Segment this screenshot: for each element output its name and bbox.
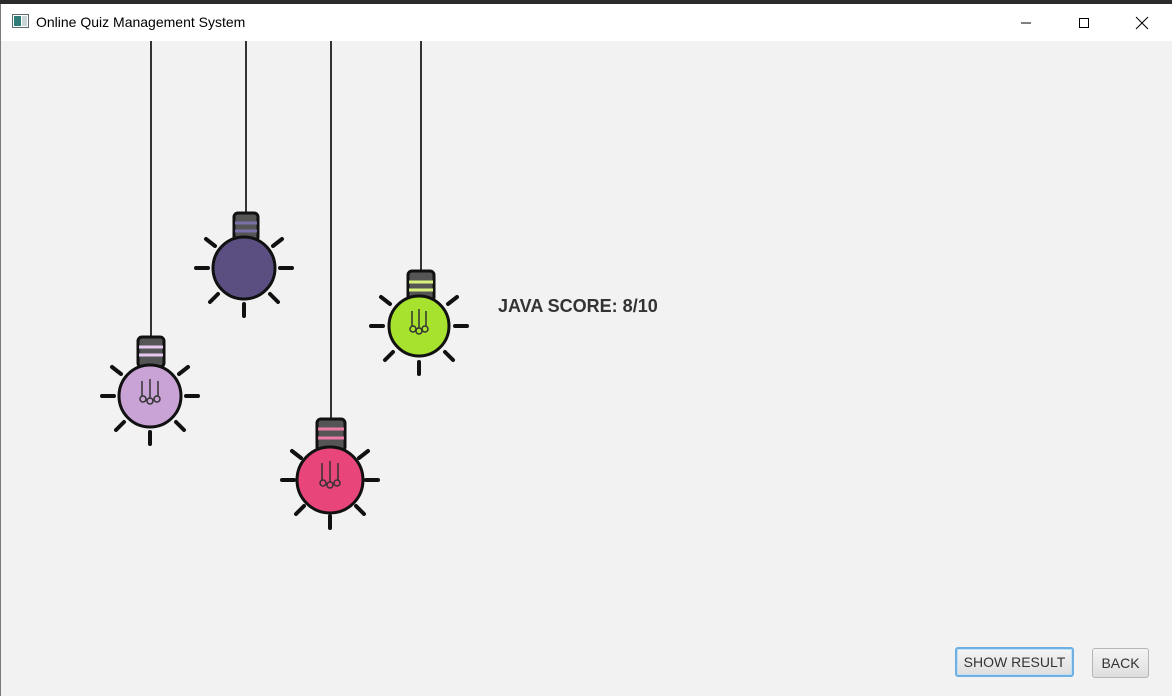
window-title: Online Quiz Management System (36, 14, 246, 30)
app-window: Online Quiz Management System JAVA SCORE… (0, 4, 1172, 696)
show-result-button[interactable]: SHOW RESULT (955, 647, 1074, 677)
bulb-green (369, 41, 469, 376)
bulb-purple (194, 41, 294, 318)
bulb-lilac (100, 41, 200, 446)
java-score-label: JAVA SCORE: 8/10 (498, 296, 658, 316)
back-button[interactable]: BACK (1092, 648, 1149, 678)
maximize-icon (1079, 17, 1089, 28)
close-icon (1135, 16, 1149, 29)
maximize-button[interactable] (1055, 4, 1113, 41)
bulb-pink (280, 41, 380, 530)
result-panel: JAVA SCORE: 8/10 SHOW RESULT BACK (1, 41, 1172, 696)
close-button[interactable] (1113, 4, 1171, 41)
title-bar[interactable]: Online Quiz Management System (1, 4, 1172, 41)
minimize-icon (1021, 22, 1031, 23)
app-window-icon (12, 14, 29, 28)
minimize-button[interactable] (997, 4, 1055, 41)
